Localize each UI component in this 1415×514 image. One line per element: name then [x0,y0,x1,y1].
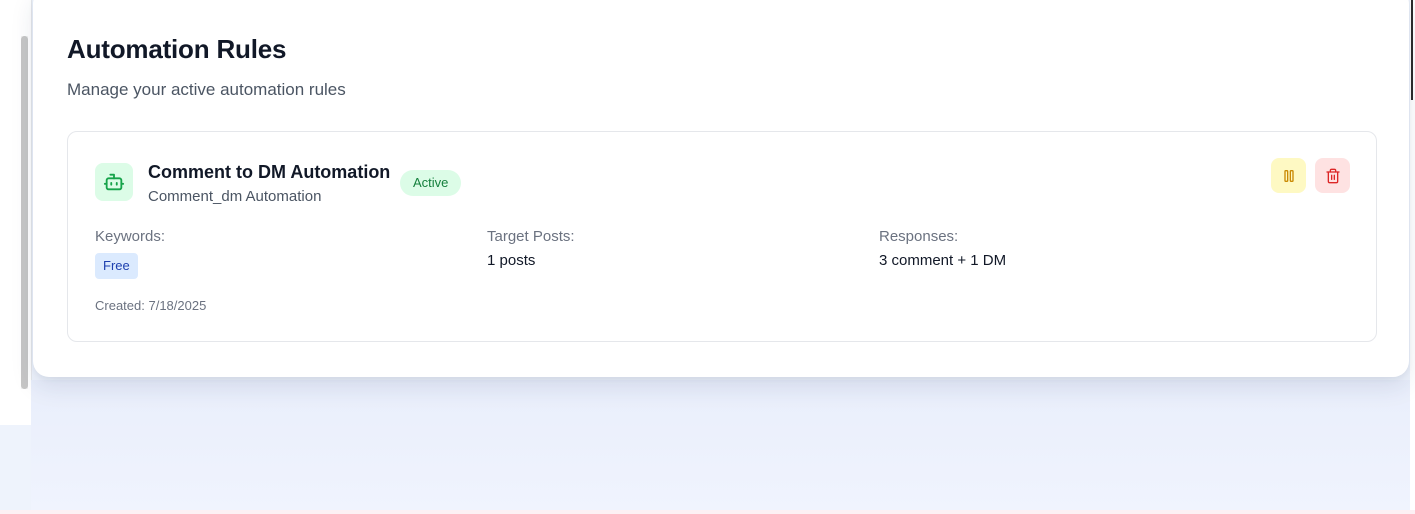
robot-icon [95,163,133,201]
page-background [31,380,1411,514]
pause-icon [1283,169,1294,182]
created-date: Created: 7/18/2025 [95,298,207,313]
window-right-edge [1410,0,1415,514]
rule-name: Comment to DM Automation [148,162,391,182]
rule-type: Comment_dm Automation [148,188,322,205]
target-posts-value: 1 posts [487,252,536,269]
keyword-chip: Free [95,253,138,279]
page-title: Automation Rules [67,34,287,64]
trash-icon [1325,168,1340,183]
responses-value: 3 comment + 1 DM [879,252,1007,269]
bottom-strip [0,510,1415,514]
automation-rules-card: Automation Rules Manage your active auto… [33,0,1409,377]
target-posts-label: Target Posts: [487,228,575,245]
keywords-label: Keywords: [95,228,166,245]
pause-button[interactable] [1271,158,1306,193]
responses-label: Responses: [879,228,959,245]
page-subtitle: Manage your active automation rules [67,80,346,99]
delete-button[interactable] [1315,158,1350,193]
rule-card: Comment to DM Automation Comment_dm Auto… [67,131,1377,342]
scrollbar-thumb[interactable] [21,36,28,389]
status-badge: Active [400,170,462,196]
